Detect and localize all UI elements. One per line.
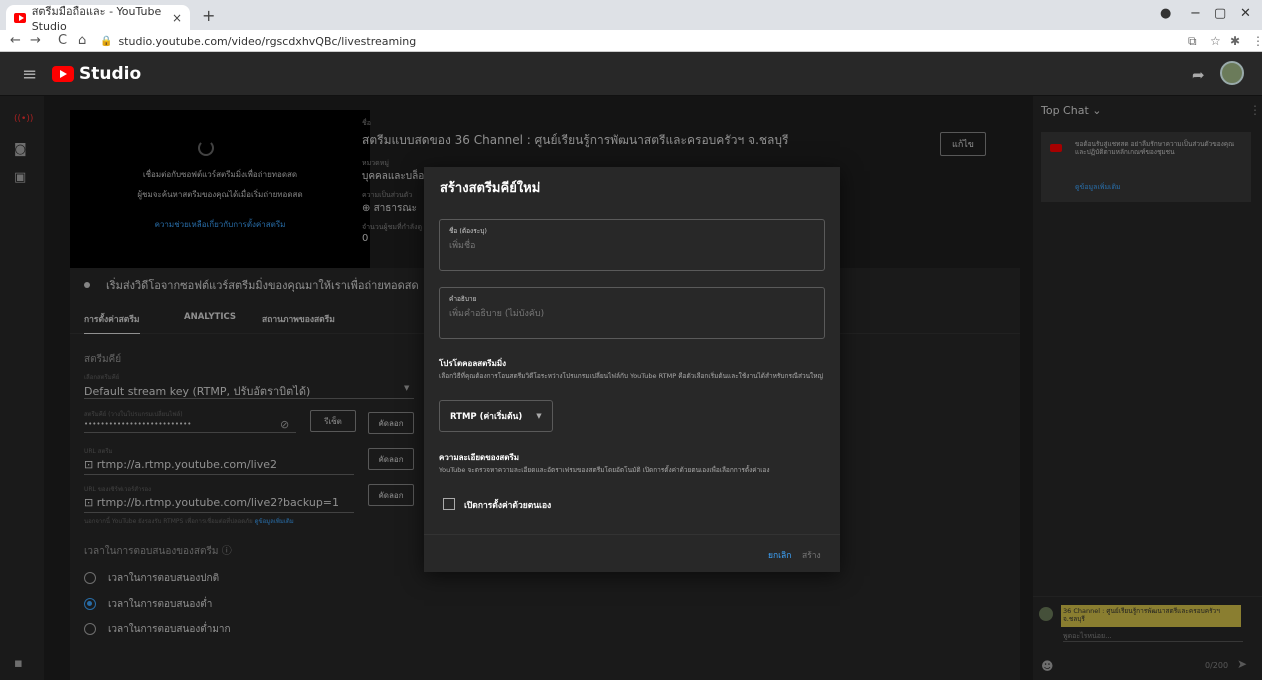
url-field[interactable]: 🔒 studio.youtube.com/video/rgscdxhvQBc/l… — [100, 33, 1180, 49]
lock-icon: 🔒 — [100, 35, 113, 47]
name-label: ชื่อ (ต้องระบุ) — [449, 227, 487, 235]
url-text: studio.youtube.com/video/rgscdxhvQBc/liv… — [118, 34, 417, 48]
browser-tab-strip: สตรีมมือถือและ - YouTube Studio × + ● − … — [0, 0, 1262, 33]
manual-settings-label: เปิดการตั้งค่าด้วยตนเอง — [464, 501, 552, 511]
dialog-title: สร้างสตรีมคีย์ใหม่ — [440, 181, 541, 196]
back-icon[interactable]: ← — [10, 33, 21, 48]
profile-icon[interactable]: ● — [1160, 6, 1171, 21]
tab-title: สตรีมมือถือและ - YouTube Studio — [31, 5, 162, 33]
address-bar-row: ← → C ⌂ 🔒 studio.youtube.com/video/rgscd… — [0, 30, 1262, 52]
hamburger-menu-icon[interactable]: ≡ — [22, 64, 37, 85]
protocol-description: เลือกวิธีที่คุณต้องการโอนสตรีมวิดีโอระหว… — [439, 372, 824, 380]
minimize-button[interactable]: − — [1190, 6, 1201, 21]
browser-tab[interactable]: สตรีมมือถือและ - YouTube Studio × — [6, 5, 190, 33]
name-field[interactable]: ชื่อ (ต้องระบุ) เพิ่มชื่อ — [439, 219, 825, 271]
studio-logo[interactable]: Studio — [52, 64, 141, 84]
share-icon[interactable]: ➦ — [1192, 66, 1205, 84]
forward-icon[interactable]: → — [30, 33, 41, 48]
reload-icon[interactable]: C — [58, 33, 67, 48]
extension-icon[interactable]: ✱ — [1230, 34, 1240, 48]
translate-icon[interactable]: ⧉ — [1188, 34, 1197, 49]
create-button[interactable]: สร้าง — [802, 548, 821, 562]
protocol-value: RTMP (ค่าเริ่มต้น) — [450, 412, 523, 422]
maximize-button[interactable]: ▢ — [1214, 6, 1226, 21]
dropdown-arrow-icon: ▼ — [536, 412, 542, 420]
description-placeholder: เพิ่มคำอธิบาย (ไม่บังคับ) — [449, 309, 545, 319]
protocol-heading: โปรโตคอลสตรีมมิ่ง — [439, 359, 507, 368]
protocol-dropdown[interactable]: RTMP (ค่าเริ่มต้น) ▼ — [439, 400, 553, 432]
dialog-footer: ยกเลิก สร้าง — [424, 534, 840, 572]
menu-dots-icon[interactable]: ⋮ — [1252, 34, 1262, 48]
resolution-description: YouTube จะตรวจหาความละเอียดและอัตราเฟรมข… — [439, 466, 770, 474]
close-window-button[interactable]: ✕ — [1240, 6, 1251, 21]
studio-logo-text: Studio — [79, 64, 142, 84]
description-field[interactable]: คำอธิบาย เพิ่มคำอธิบาย (ไม่บังคับ) — [439, 287, 825, 339]
tab-close-icon[interactable]: × — [172, 11, 182, 25]
home-icon[interactable]: ⌂ — [78, 33, 86, 48]
bookmark-star-icon[interactable]: ☆ — [1210, 34, 1221, 48]
youtube-favicon-icon — [14, 12, 26, 23]
cancel-button[interactable]: ยกเลิก — [768, 548, 791, 562]
youtube-play-icon — [52, 66, 74, 82]
studio-header: ≡ Studio ➦ — [0, 52, 1262, 96]
manual-settings-checkbox[interactable] — [443, 498, 455, 510]
create-stream-key-dialog: สร้างสตรีมคีย์ใหม่ ชื่อ (ต้องระบุ) เพิ่ม… — [424, 167, 840, 572]
account-avatar[interactable] — [1220, 61, 1244, 85]
name-placeholder: เพิ่มชื่อ — [449, 241, 476, 251]
description-label: คำอธิบาย — [449, 295, 477, 303]
new-tab-button[interactable]: + — [202, 6, 215, 25]
resolution-heading: ความละเอียดของสตรีม — [439, 453, 520, 462]
